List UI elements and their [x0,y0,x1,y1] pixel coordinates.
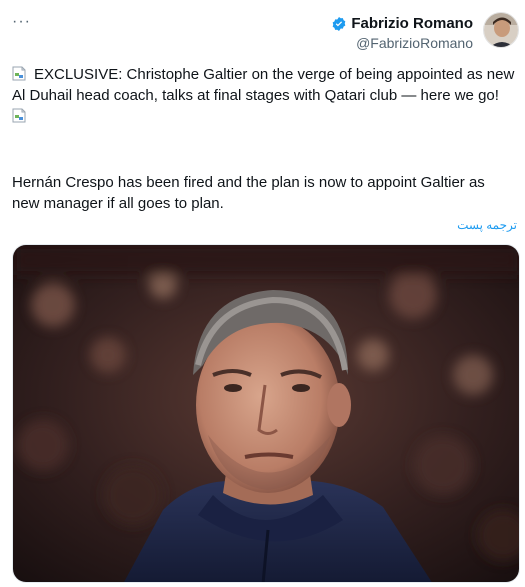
tweet-line-1-text: EXCLUSIVE: Christophe Galtier on the ver… [34,66,515,83]
more-options-button[interactable]: ··· [12,14,31,30]
author-display-name[interactable]: Fabrizio Romano [351,15,473,32]
avatar[interactable] [483,12,519,48]
tweet-line-1: EXCLUSIVE: Christophe Galtier on the ver… [12,64,520,85]
tweet-media-photo[interactable] [12,244,520,583]
tweet-paragraph-2: Hernán Crespo has been fired and the pla… [12,174,485,212]
broken-image-icon [12,66,26,81]
tweet-text: EXCLUSIVE: Christophe Galtier on the ver… [12,64,520,127]
author-info: Fabrizio Romano @FabrizioRomano [331,12,473,51]
tweet-author[interactable]: Fabrizio Romano @FabrizioRomano [331,12,519,51]
translate-post-link[interactable]: ترجمه پست [457,218,517,232]
avatar-image [484,13,518,47]
author-handle[interactable]: @FabrizioRomano [331,35,473,51]
tweet-line-3 [12,106,520,127]
coach-photo [13,245,519,582]
tweet-line-2: Al Duhail head coach, talks at final sta… [12,87,499,104]
name-row: Fabrizio Romano [331,15,473,32]
verified-badge-icon [332,16,346,31]
broken-image-icon [12,108,26,123]
